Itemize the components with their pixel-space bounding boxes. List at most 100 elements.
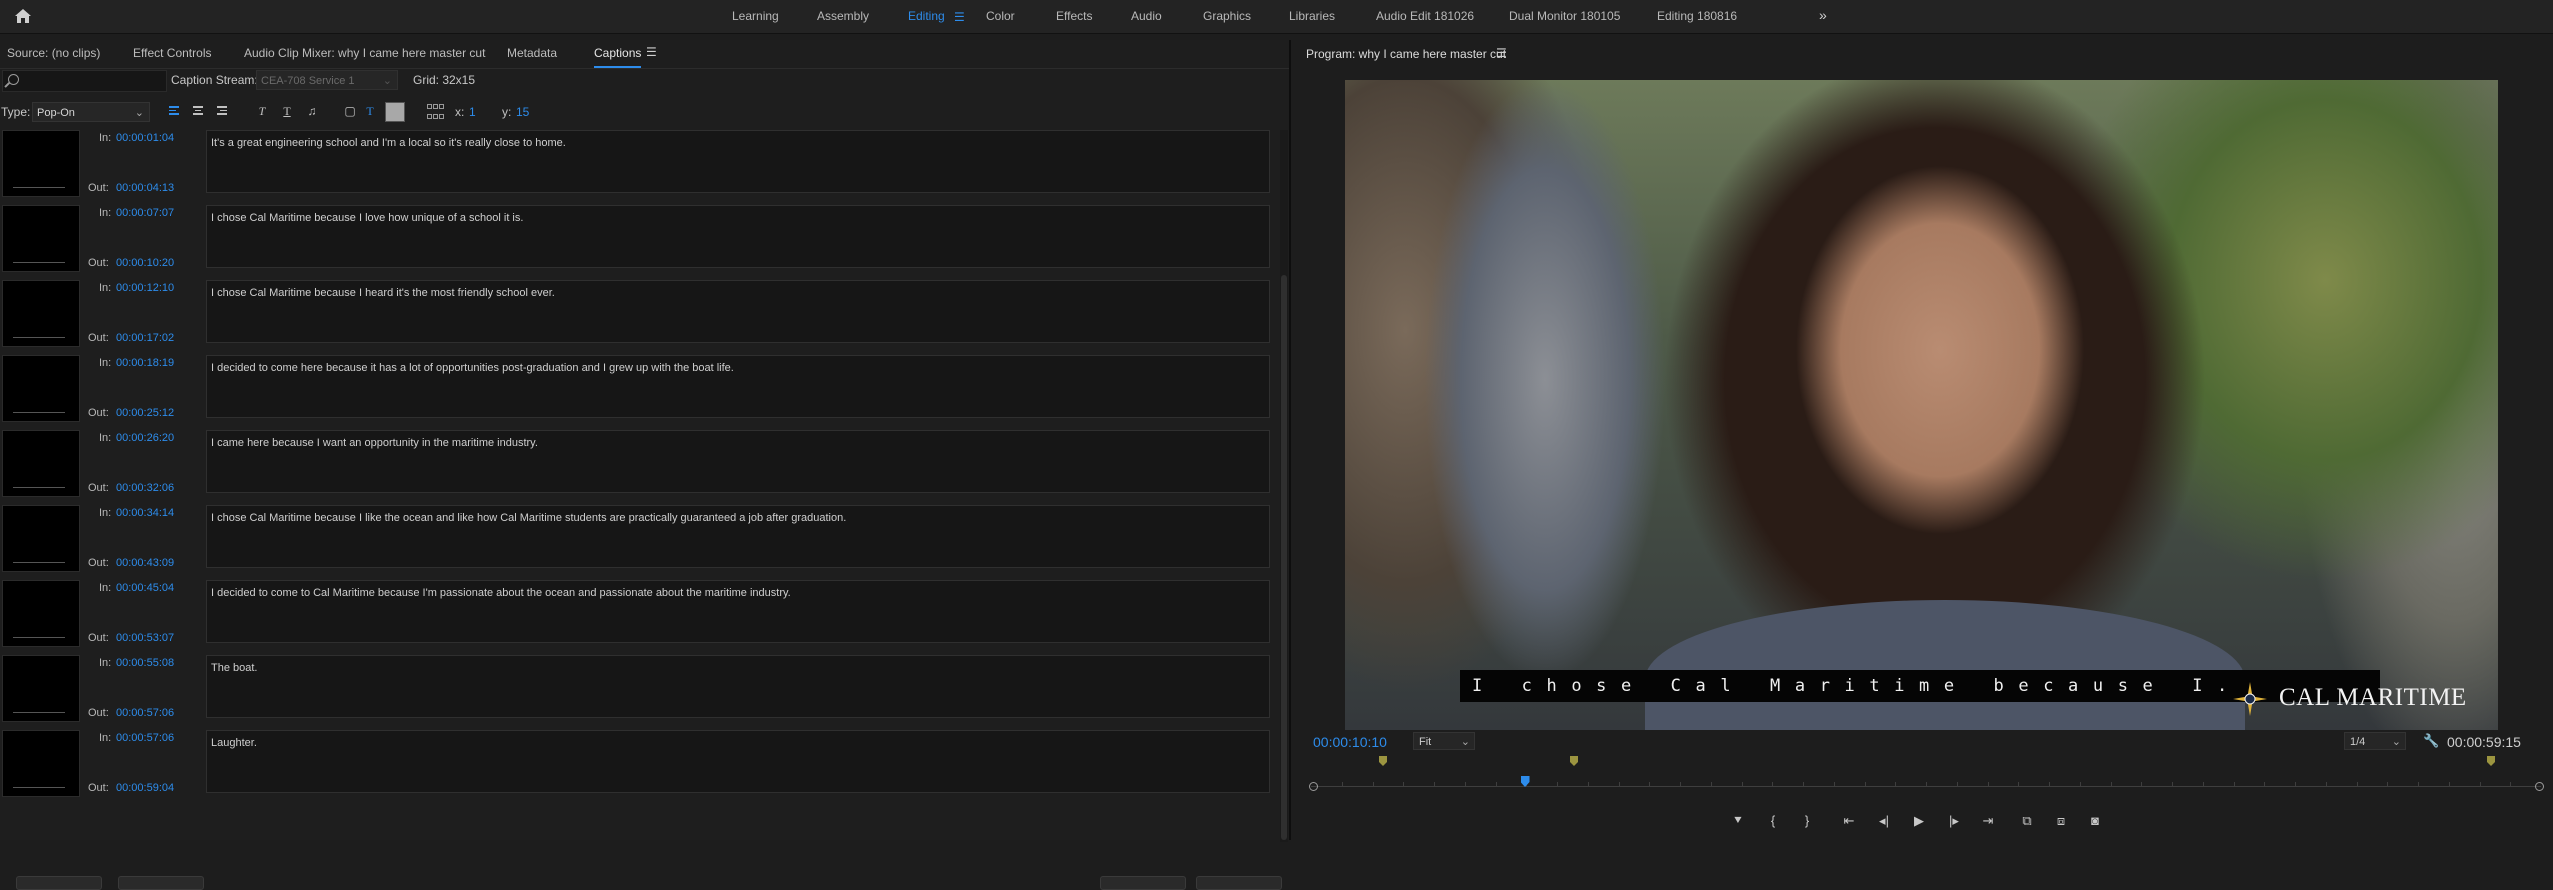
play-icon[interactable]: ▶ xyxy=(1908,810,1930,832)
caption-text-field[interactable]: Laughter. xyxy=(206,730,1270,793)
in-timecode[interactable]: 00:00:34:14 xyxy=(116,507,174,519)
tab-effect-controls[interactable]: Effect Controls xyxy=(133,46,211,60)
go-to-in-icon[interactable]: ⇤ xyxy=(1838,810,1860,832)
in-timecode[interactable]: 00:00:07:07 xyxy=(116,207,174,219)
workspace-tab-learning[interactable]: Learning xyxy=(732,0,779,33)
search-input[interactable] xyxy=(2,70,167,92)
caption-list-scrollbar[interactable] xyxy=(1280,130,1288,842)
workspace-tab-graphics[interactable]: Graphics xyxy=(1203,0,1251,33)
caption-row[interactable]: In: 00:00:45:04 Out: 00:00:53:07 I decided t… xyxy=(0,580,1280,652)
step-back-icon[interactable]: ◂| xyxy=(1873,810,1895,832)
ruler-start-handle[interactable] xyxy=(1309,782,1318,791)
out-timecode[interactable]: 00:00:04:13 xyxy=(116,182,174,194)
out-timecode[interactable]: 00:00:25:12 xyxy=(116,407,174,419)
go-to-out-icon[interactable]: ⇥ xyxy=(1977,810,1999,832)
align-center-icon[interactable] xyxy=(190,103,206,119)
caption-row[interactable]: In: 00:00:01:04 Out: 00:00:04:13 It's a grea… xyxy=(0,130,1280,202)
workspace-tab-audio[interactable]: Audio xyxy=(1131,0,1162,33)
caption-row[interactable]: In: 00:00:57:06 Out: 00:00:59:04 Laughter. xyxy=(0,730,1280,802)
caption-row[interactable]: In: 00:00:26:20 Out: 00:00:32:06 I came here… xyxy=(0,430,1280,502)
wrench-icon[interactable]: 🔧 xyxy=(2423,733,2439,749)
align-right-icon[interactable] xyxy=(214,103,230,119)
out-timecode[interactable]: 00:00:17:02 xyxy=(116,332,174,344)
panel-action-button[interactable] xyxy=(1196,876,1282,890)
position-grid-icon[interactable] xyxy=(427,104,445,120)
home-icon[interactable] xyxy=(13,6,33,26)
timeline-marker[interactable] xyxy=(2487,756,2495,766)
caption-text-field[interactable]: The boat. xyxy=(206,655,1270,718)
in-timecode[interactable]: 00:00:45:04 xyxy=(116,582,174,594)
workspace-tab-dual-monitor[interactable]: Dual Monitor 180105 xyxy=(1509,0,1620,33)
out-timecode[interactable]: 00:00:32:06 xyxy=(116,482,174,494)
in-timecode[interactable]: 00:00:01:04 xyxy=(116,132,174,144)
music-note-icon[interactable]: ♫ xyxy=(304,103,320,119)
scrollbar-thumb[interactable] xyxy=(1281,275,1287,840)
caption-type-select[interactable]: Pop-On ⌄ xyxy=(32,102,150,122)
tab-metadata[interactable]: Metadata xyxy=(507,46,557,60)
caption-text-field[interactable]: I came here because I want an opportunit… xyxy=(206,430,1270,493)
y-position-value[interactable]: 15 xyxy=(516,105,529,119)
out-timecode[interactable]: 00:00:10:20 xyxy=(116,257,174,269)
tab-captions[interactable]: Captions xyxy=(594,46,642,68)
zoom-fit-select[interactable]: Fit ⌄ xyxy=(1413,732,1475,750)
in-timecode[interactable]: 00:00:55:08 xyxy=(116,657,174,669)
out-timecode[interactable]: 00:00:53:07 xyxy=(116,632,174,644)
playback-resolution-select[interactable]: 1/4 ⌄ xyxy=(2344,732,2406,750)
overwrite-icon[interactable]: ⧈ xyxy=(2050,810,2072,832)
workspace-tab-editing-180816[interactable]: Editing 180816 xyxy=(1657,0,1737,33)
mark-in-icon[interactable]: { xyxy=(1762,810,1784,832)
timeline-marker[interactable] xyxy=(1570,756,1578,766)
caption-text-field[interactable]: I chose Cal Maritime because I heard it'… xyxy=(206,280,1270,343)
program-monitor-title[interactable]: Program: why I came here master cut xyxy=(1306,47,1506,61)
text-box-icon[interactable]: ▢ xyxy=(342,103,358,119)
caption-text-field[interactable]: I decided to come here because it has a … xyxy=(206,355,1270,418)
out-timecode[interactable]: 00:00:43:09 xyxy=(116,557,174,569)
workspace-tab-effects[interactable]: Effects xyxy=(1056,0,1092,33)
text-color-icon[interactable]: T xyxy=(362,103,378,119)
remove-caption-button[interactable] xyxy=(118,876,204,890)
video-frame[interactable]: I chose Cal Maritime because I. CAL MARI… xyxy=(1345,80,2498,730)
out-timecode[interactable]: 00:00:57:06 xyxy=(116,707,174,719)
export-frame-icon[interactable]: ◙ xyxy=(2084,810,2106,832)
caption-text-field[interactable]: I chose Cal Maritime because I like the … xyxy=(206,505,1270,568)
caption-row[interactable]: In: 00:00:12:10 Out: 00:00:17:02 I chose Cal… xyxy=(0,280,1280,352)
time-ruler[interactable] xyxy=(1309,780,2544,794)
in-timecode[interactable]: 00:00:18:19 xyxy=(116,357,174,369)
workspace-tab-libraries[interactable]: Libraries xyxy=(1289,0,1335,33)
mark-out-icon[interactable]: } xyxy=(1796,810,1818,832)
caption-row[interactable]: In: 00:00:55:08 Out: 00:00:57:06 The boat. xyxy=(0,655,1280,727)
caption-row[interactable]: In: 00:00:18:19 Out: 00:00:25:12 I decided t… xyxy=(0,355,1280,427)
panel-action-button[interactable] xyxy=(1100,876,1186,890)
background-color-swatch[interactable] xyxy=(385,102,405,122)
italic-icon[interactable]: T xyxy=(254,103,270,119)
workspace-menu-icon[interactable]: ☰ xyxy=(954,10,965,24)
workspace-tab-audio-edit[interactable]: Audio Edit 181026 xyxy=(1376,0,1474,33)
caption-row[interactable]: In: 00:00:34:14 Out: 00:00:43:09 I chose Cal… xyxy=(0,505,1280,577)
tab-audio-clip-mixer[interactable]: Audio Clip Mixer: why I came here master… xyxy=(244,46,485,60)
panel-menu-icon[interactable]: ☰ xyxy=(1496,46,1507,60)
in-timecode[interactable]: 00:00:12:10 xyxy=(116,282,174,294)
workspace-tab-color[interactable]: Color xyxy=(986,0,1015,33)
current-timecode[interactable]: 00:00:10:10 xyxy=(1313,734,1387,750)
tab-source[interactable]: Source: (no clips) xyxy=(7,46,100,60)
caption-stream-select[interactable]: CEA-708 Service 1 ⌄ xyxy=(256,70,398,90)
ruler-end-handle[interactable] xyxy=(2535,782,2544,791)
chevron-double-right-icon[interactable]: » xyxy=(1819,7,1827,23)
underline-icon[interactable]: T xyxy=(279,103,295,119)
panel-menu-icon[interactable]: ☰ xyxy=(646,45,657,59)
caption-text-field[interactable]: I chose Cal Maritime because I love how … xyxy=(206,205,1270,268)
in-timecode[interactable]: 00:00:57:06 xyxy=(116,732,174,744)
caption-row[interactable]: In: 00:00:07:07 Out: 00:00:10:20 I chose Cal… xyxy=(0,205,1280,277)
align-left-icon[interactable] xyxy=(166,103,182,119)
timeline-marker[interactable] xyxy=(1379,756,1387,766)
x-position-value[interactable]: 1 xyxy=(469,105,476,119)
caption-text-field[interactable]: It's a great engineering school and I'm … xyxy=(206,130,1270,193)
workspace-tab-assembly[interactable]: Assembly xyxy=(817,0,869,33)
in-timecode[interactable]: 00:00:26:20 xyxy=(116,432,174,444)
workspace-tab-editing[interactable]: Editing xyxy=(908,0,945,33)
caption-text-field[interactable]: I decided to come to Cal Maritime becaus… xyxy=(206,580,1270,643)
step-forward-icon[interactable]: |▸ xyxy=(1943,810,1965,832)
out-timecode[interactable]: 00:00:59:04 xyxy=(116,782,174,794)
insert-icon[interactable]: ⧉ xyxy=(2016,810,2038,832)
add-caption-button[interactable] xyxy=(16,876,102,890)
